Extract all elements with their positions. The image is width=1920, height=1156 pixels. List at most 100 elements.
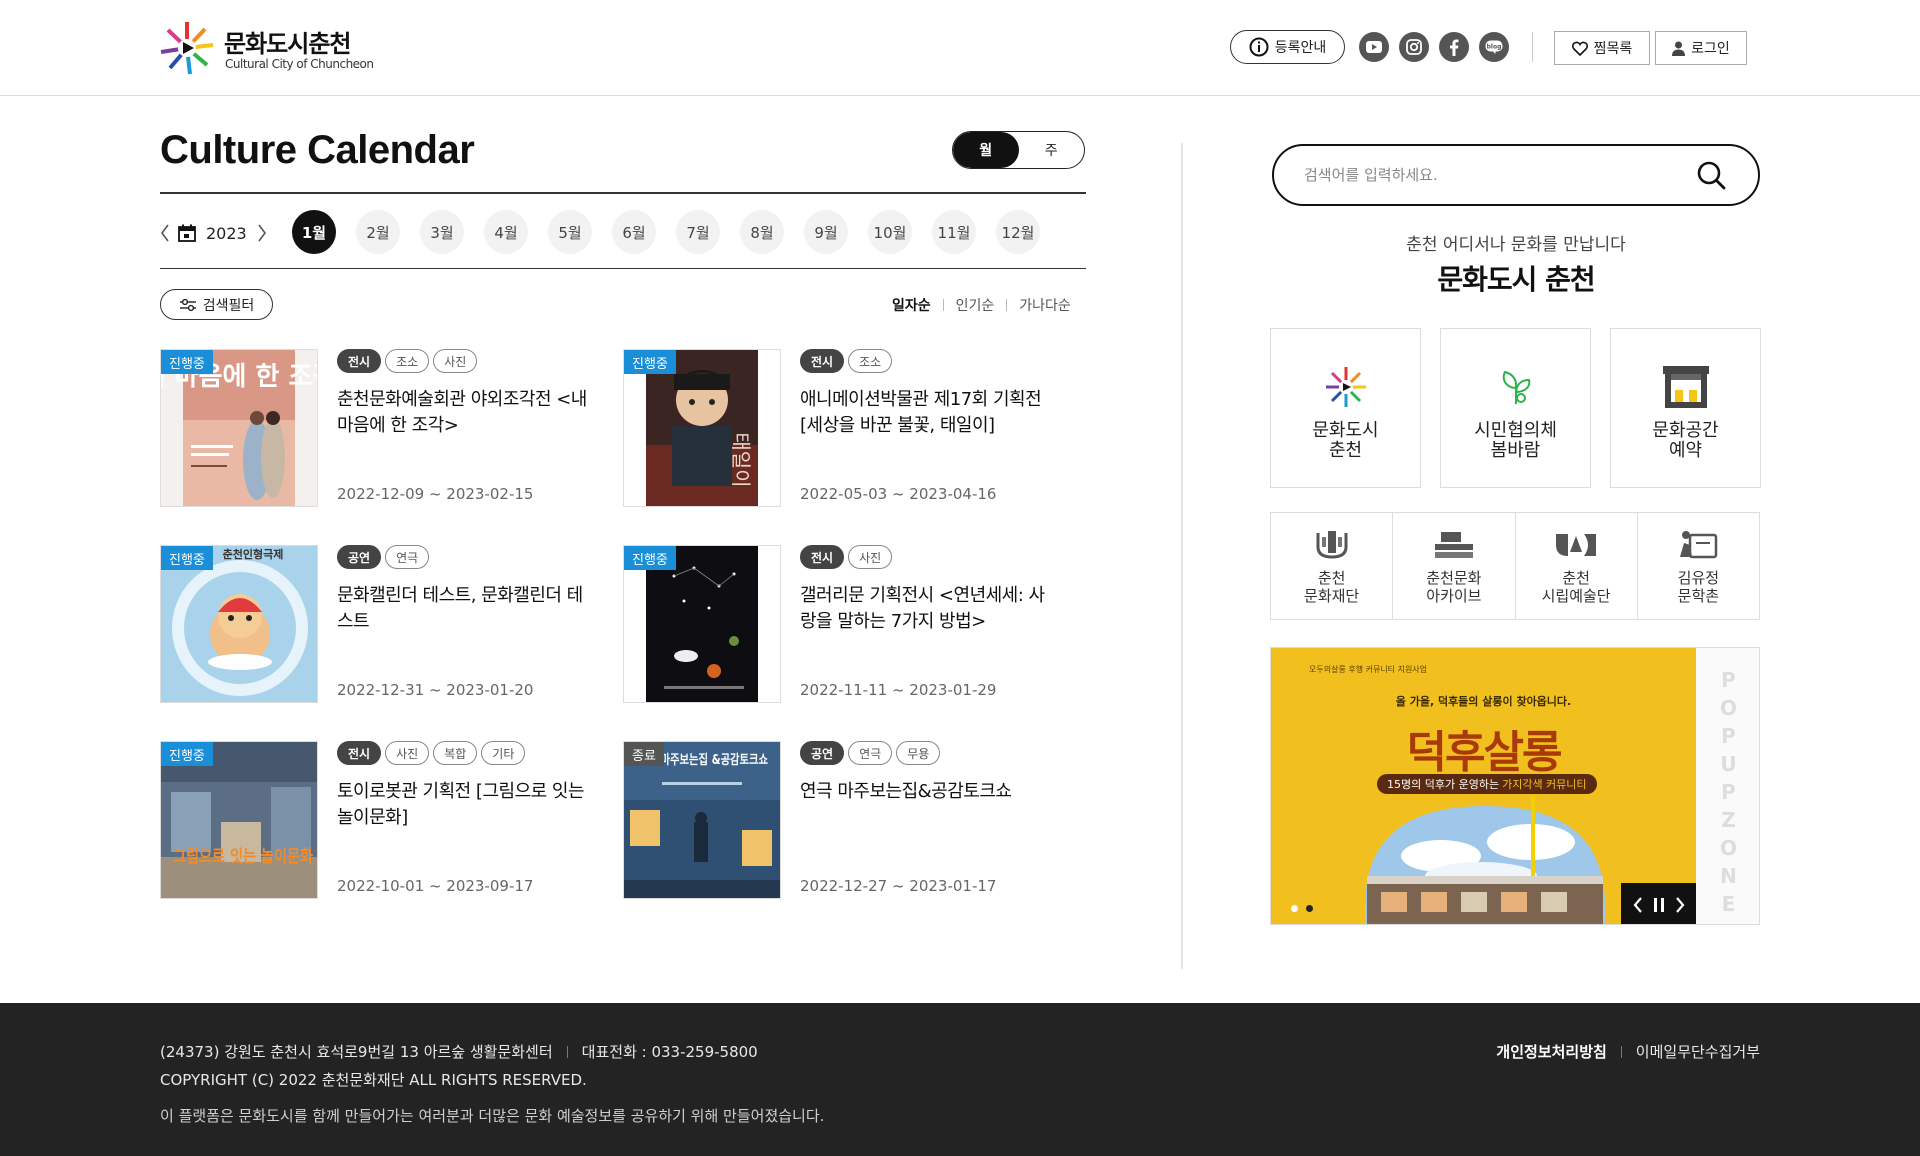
logo-mark-icon xyxy=(160,22,214,75)
category-tag: 전시 xyxy=(800,545,845,569)
popup-zone-letter: O xyxy=(1719,696,1737,720)
event-poster: 태일이 진행중 xyxy=(623,349,781,507)
popup-zone-letter: P xyxy=(1721,668,1736,692)
event-title: 문화캘린더 테스트, 문화캘린더 테스트 xyxy=(337,585,583,632)
culture-archive-link[interactable]: 춘천문화 아카이브 xyxy=(1393,513,1516,619)
art-troupe-label: 춘천 시립예술단 xyxy=(1541,569,1611,605)
year-label: 2023 xyxy=(206,223,247,243)
footer-note: 이 플랫폼은 문화도시를 함께 만들어가는 여러분과 더많은 문화 예술정보를 … xyxy=(160,1107,825,1125)
popup-zone-letter: P xyxy=(1721,724,1736,748)
literature-village-link[interactable]: 김유정 문학촌 xyxy=(1638,513,1759,619)
genre-tag: 사진 xyxy=(848,545,893,569)
popup-zone-letter: O xyxy=(1719,836,1737,860)
event-poster: 내 마음에 한 조각 진행중 xyxy=(160,349,318,507)
status-badge: 진행중 xyxy=(624,350,676,374)
space-reservation-link[interactable]: 문화공간 예약 xyxy=(1610,328,1761,488)
quick-links: 춘천 문화재단 춘천문화 아카이브 춘천 시립예술단 김유정 문학촌 xyxy=(1270,512,1760,620)
privacy-policy-link[interactable]: 개인정보처리방침 xyxy=(1496,1041,1606,1062)
popup-zone-letter: E xyxy=(1721,892,1736,916)
popup-zone-label: P O P U P Z O N E xyxy=(1696,648,1759,924)
slogan-title: 문화도시 춘천 xyxy=(1437,263,1595,296)
youtube-link[interactable] xyxy=(1359,32,1389,62)
month-5[interactable]: 5월 xyxy=(548,210,592,254)
art-troupe-link[interactable]: 춘천 시립예술단 xyxy=(1516,513,1638,619)
genre-tag: 사진 xyxy=(433,349,478,373)
sort-by-popularity[interactable]: 인기순 xyxy=(944,295,1007,315)
footer-copyright: COPYRIGHT (C) 2022 춘천문화재단 ALL RIGHTS RES… xyxy=(160,1071,587,1089)
prev-slide-button[interactable] xyxy=(1632,896,1644,914)
login-button[interactable]: 로그인 xyxy=(1655,31,1747,65)
popup-zone-letter: P xyxy=(1721,780,1736,804)
genre-tag: 무용 xyxy=(896,741,941,765)
banner-caption: 오두의살롱 후행 커뮤니티 지원사업 xyxy=(1309,665,1428,674)
search-filter-button[interactable]: 검색필터 xyxy=(160,289,273,320)
email-policy-link[interactable]: 이메일무단수집거부 xyxy=(1636,1041,1760,1062)
registration-guide-button[interactable]: 등록안내 xyxy=(1230,30,1345,64)
citizen-council-link[interactable]: 시민협의체 봄바람 xyxy=(1440,328,1591,488)
sort-options: 일자순 인기순 가나다순 xyxy=(880,295,1083,315)
year-navigator: 2023 xyxy=(160,218,267,248)
pause-slide-button[interactable] xyxy=(1653,897,1665,913)
event-card[interactable]: 내 마음에 한 조각 진행중 전시 조소 사진 춘천문화예술회관 야외조각전 <… xyxy=(160,349,600,509)
registration-guide-label: 등록안내 xyxy=(1274,40,1327,56)
logo-subtitle: Cultural City of Chuncheon xyxy=(225,57,374,71)
event-date: 2022-12-27 ~ 2023-01-17 xyxy=(800,877,997,895)
site-logo[interactable]: 문화도시춘천 Cultural City of Chuncheon xyxy=(158,12,378,82)
footer-divider xyxy=(1620,1045,1622,1058)
login-label: 로그인 xyxy=(1691,41,1730,57)
month-8[interactable]: 8월 xyxy=(740,210,784,254)
footer-divider xyxy=(566,1045,568,1058)
footer-phone: 대표전화 : 033-259-5800 xyxy=(581,1043,758,1061)
slide-dot[interactable] xyxy=(1291,905,1298,912)
month-view-button[interactable]: 월 xyxy=(953,132,1019,168)
popup-zone: 오두의살롱 후행 커뮤니티 지원사업 올 가을, 덕후들의 살롱이 찾아옵니다.… xyxy=(1270,647,1760,925)
culture-city-link[interactable]: 문화도시 춘천 xyxy=(1270,328,1421,488)
sort-by-name[interactable]: 가나다순 xyxy=(1007,295,1083,315)
search-input[interactable] xyxy=(1304,166,1694,184)
month-6[interactable]: 6월 xyxy=(612,210,656,254)
month-9[interactable]: 9월 xyxy=(804,210,848,254)
month-7[interactable]: 7월 xyxy=(676,210,720,254)
genre-tag: 사진 xyxy=(385,741,430,765)
category-tag: 전시 xyxy=(337,741,382,765)
month-3[interactable]: 3월 xyxy=(420,210,464,254)
month-2[interactable]: 2월 xyxy=(356,210,400,254)
blog-link[interactable]: blog xyxy=(1479,32,1509,62)
facebook-link[interactable] xyxy=(1439,32,1469,62)
instagram-link[interactable] xyxy=(1399,32,1429,62)
month-11[interactable]: 11월 xyxy=(932,210,976,254)
wishlist-button[interactable]: 찜목록 xyxy=(1554,31,1650,65)
week-view-button[interactable]: 주 xyxy=(1019,132,1085,168)
month-4[interactable]: 4월 xyxy=(484,210,528,254)
event-card[interactable]: 태일이 진행중 전시 조소 애니메이션박물관 제17회 기획전 [세상을 바꾼 … xyxy=(623,349,1063,509)
event-card[interactable]: 연극 마주보는집 &공감토크쇼 종료 공연 연극 무용 연극 마주보는집&공감토… xyxy=(623,741,1063,901)
chevron-right-icon xyxy=(258,224,266,242)
next-slide-button[interactable] xyxy=(1674,896,1686,914)
event-card[interactable]: 그림으로 잇는 놀이문화 진행중 전시 사진 복합 기타 토이로봇관 기획전 [… xyxy=(160,741,600,901)
search-button[interactable] xyxy=(1694,158,1728,192)
instagram-icon xyxy=(1406,39,1422,55)
header-divider xyxy=(1532,32,1533,62)
event-tags: 전시 조소 사진 xyxy=(337,349,478,373)
slide-dots xyxy=(1291,905,1313,912)
banner-pill-text: 15명의 덕후가 운영하는 xyxy=(1387,778,1500,791)
month-12[interactable]: 12월 xyxy=(996,210,1040,254)
event-title: 연극 마주보는집&공감토크쇼 xyxy=(800,781,1012,802)
next-year-button[interactable] xyxy=(257,224,267,242)
event-title: 토이로봇관 기획전 [그림으로 잇는 놀이문화] xyxy=(337,781,585,828)
title-divider xyxy=(160,192,1086,194)
site-header: 문화도시춘천 Cultural City of Chuncheon 등록안내 b… xyxy=(0,0,1920,96)
event-card[interactable]: 춘천인형극제 진행중 공연 연극 문화캘린더 테스트, 문화캘린더 테스트 20… xyxy=(160,545,600,705)
sort-by-date[interactable]: 일자순 xyxy=(880,295,943,315)
banner-pill: 15명의 덕후가 운영하는 가지각색 커뮤니티 xyxy=(1377,774,1597,794)
culture-foundation-label: 춘천 문화재단 xyxy=(1304,569,1360,605)
status-badge: 진행중 xyxy=(161,350,213,374)
slide-dot[interactable] xyxy=(1306,905,1313,912)
event-card[interactable]: 진행중 전시 사진 갤러리문 기획전시 <연년세세: 사랑을 말하는 7가지 방… xyxy=(623,545,1063,705)
banner-subtitle: 올 가을, 덕후들의 살롱이 찾아옵니다. xyxy=(1395,695,1572,708)
event-title: 춘천문화예술회관 야외조각전 <내 마음에 한 조각> xyxy=(337,389,587,436)
prev-year-button[interactable] xyxy=(160,224,170,242)
month-1[interactable]: 1월 xyxy=(292,210,336,254)
month-10[interactable]: 10월 xyxy=(868,210,912,254)
culture-foundation-link[interactable]: 춘천 문화재단 xyxy=(1271,513,1394,619)
